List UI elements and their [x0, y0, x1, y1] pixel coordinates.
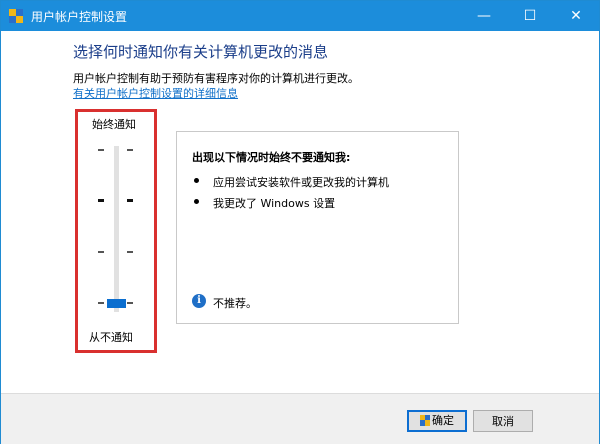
window-title: 用户帐户控制设置 — [31, 10, 128, 24]
shield-icon — [420, 415, 430, 426]
more-info-link[interactable]: 有关用户帐户控制设置的详细信息 — [73, 85, 238, 101]
notification-slider-group: 始终通知 从不通知 — [75, 109, 157, 353]
page-description: 用户帐户控制有助于预防有害程序对你的计算机进行更改。 — [73, 72, 359, 85]
close-button[interactable]: ✕ — [553, 1, 599, 31]
list-item-text: 我更改了 Windows 设置 — [213, 197, 336, 210]
slider-tick-left-4 — [98, 302, 104, 304]
panel-title: 出现以下情况时始终不要通知我: — [192, 151, 351, 164]
slider-thumb[interactable] — [107, 299, 126, 308]
note-text: 不推荐。 — [213, 297, 257, 310]
ok-button-label: 确定 — [432, 414, 454, 427]
slider-tick-left-2 — [98, 199, 104, 202]
ok-button[interactable]: 确定 — [407, 410, 467, 432]
slider-top-label: 始终通知 — [92, 118, 136, 131]
list-item-text: 应用尝试安装软件或更改我的计算机 — [213, 176, 389, 189]
page-heading: 选择何时通知你有关计算机更改的消息 — [73, 43, 329, 61]
setting-description-panel: 出现以下情况时始终不要通知我: 应用尝试安装软件或更改我的计算机 我更改了 Wi… — [176, 131, 459, 324]
slider-tick-right-2 — [127, 199, 133, 202]
maximize-button[interactable]: ☐ — [507, 1, 553, 31]
slider-tick-left-3 — [98, 251, 104, 253]
dialog-footer: 确定 取消 — [1, 393, 599, 444]
bullet-icon — [194, 199, 199, 204]
cancel-button[interactable]: 取消 — [473, 410, 533, 432]
info-icon: i — [192, 294, 206, 308]
slider-bottom-label: 从不通知 — [89, 331, 133, 344]
minimize-button[interactable]: — — [461, 1, 507, 31]
slider-tick-right-4 — [127, 302, 133, 304]
uac-settings-window: 用户帐户控制设置 — ☐ ✕ 选择何时通知你有关计算机更改的消息 用户帐户控制有… — [0, 0, 600, 444]
slider-tick-right-1 — [127, 149, 133, 151]
slider-tick-right-3 — [127, 251, 133, 253]
bullet-icon — [194, 178, 199, 183]
slider-track[interactable] — [114, 146, 119, 312]
slider-tick-left-1 — [98, 149, 104, 151]
title-bar[interactable]: 用户帐户控制设置 — ☐ ✕ — [1, 1, 599, 31]
uac-shield-icon — [9, 9, 23, 23]
